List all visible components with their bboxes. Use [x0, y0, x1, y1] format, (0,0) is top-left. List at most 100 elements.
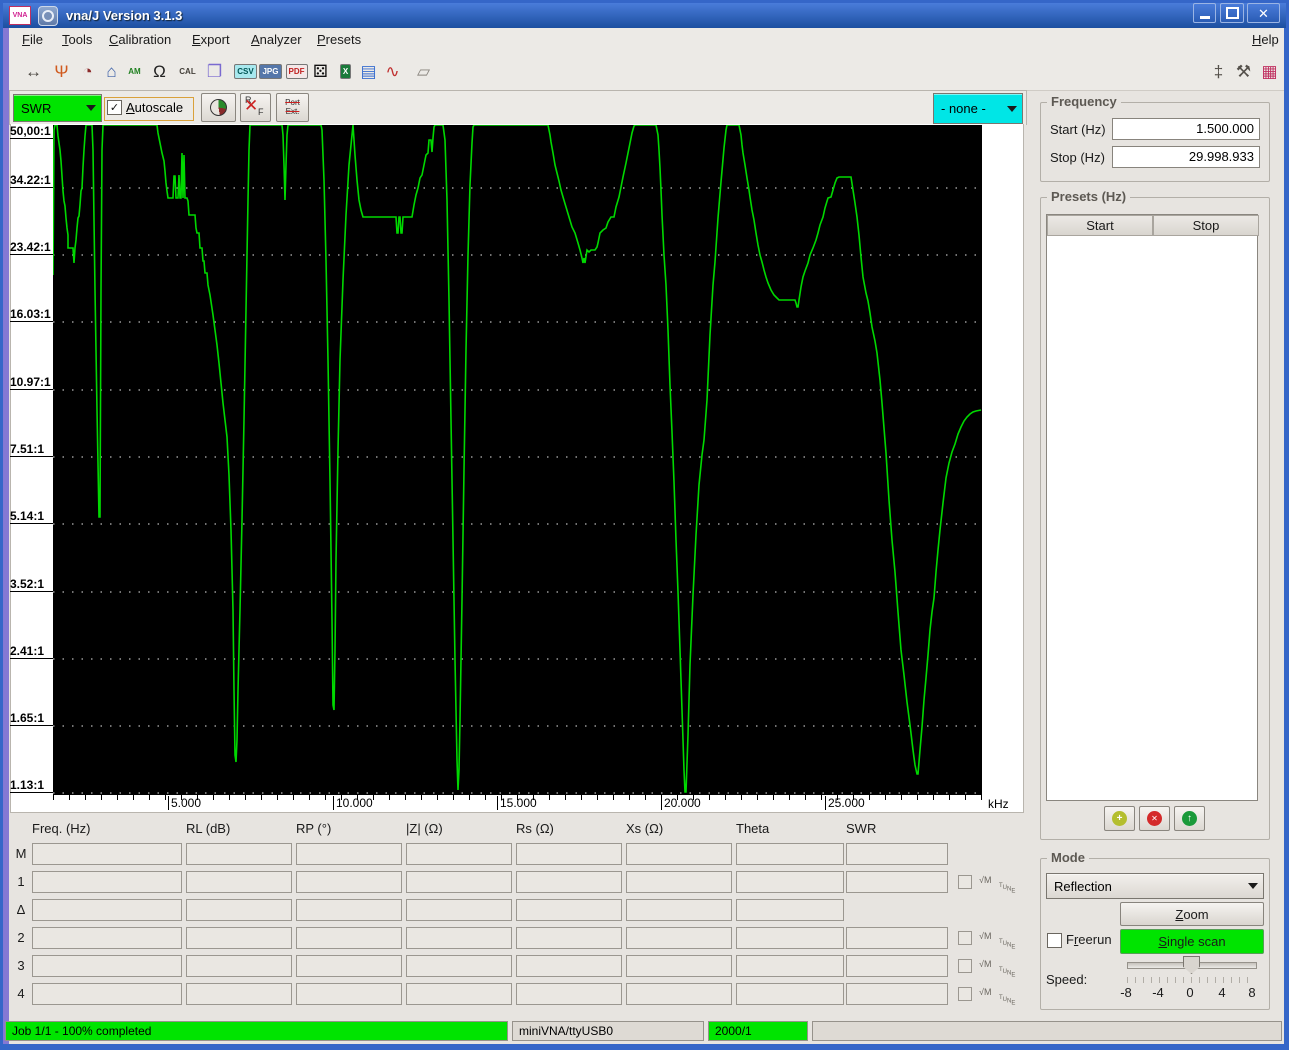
marker-field[interactable]	[626, 899, 732, 921]
autoscale-checkbox[interactable]: ✓	[107, 100, 122, 115]
marker-field[interactable]	[186, 899, 292, 921]
marker-field[interactable]	[32, 843, 182, 865]
sqrt-m-icon[interactable]: √M	[979, 959, 991, 969]
tune-icon[interactable]: TUNE	[999, 874, 1015, 894]
dice-icon[interactable]: ⚄	[308, 59, 333, 84]
marker-field[interactable]	[626, 871, 732, 893]
clock-icon[interactable]: ◔	[75, 59, 100, 84]
marker-field[interactable]	[406, 927, 512, 949]
marker-field[interactable]	[296, 843, 402, 865]
cal-icon[interactable]: CAL	[175, 59, 200, 84]
mode-select[interactable]: Reflection	[1046, 873, 1264, 899]
marker-field[interactable]	[32, 871, 182, 893]
marker-enable-checkbox[interactable]	[958, 959, 972, 973]
freerun-label[interactable]: Freerun	[1066, 932, 1112, 947]
marker-field[interactable]	[626, 927, 732, 949]
menu-calibration[interactable]: Calibration	[109, 32, 171, 47]
menu-file[interactable]: File	[22, 32, 43, 47]
marker-field[interactable]	[736, 955, 844, 977]
marker-field[interactable]	[846, 871, 948, 893]
marker-field[interactable]	[516, 843, 622, 865]
csv-export-icon[interactable]: CSV	[233, 59, 258, 84]
marker-field[interactable]	[736, 899, 844, 921]
marker-field[interactable]	[186, 983, 292, 1005]
eraser-icon[interactable]: ▱	[411, 59, 436, 84]
menu-tools[interactable]: Tools	[62, 32, 92, 47]
sqrt-m-icon[interactable]: √M	[979, 875, 991, 885]
rf-toggle-button[interactable]: R F ✕	[240, 93, 271, 122]
sqrt-m-icon[interactable]: √M	[979, 987, 991, 997]
marker-field[interactable]	[186, 871, 292, 893]
marker-enable-checkbox[interactable]	[958, 875, 972, 889]
marker-field[interactable]	[516, 899, 622, 921]
marker-field[interactable]	[516, 983, 622, 1005]
marker-field[interactable]	[296, 927, 402, 949]
presets-col-start[interactable]: Start	[1047, 215, 1153, 236]
port-extension-button[interactable]: Port Ext.	[276, 93, 309, 122]
swr-plot[interactable]	[53, 125, 982, 795]
xls-export-icon[interactable]: X	[333, 59, 358, 84]
marker-select[interactable]: - none -	[933, 93, 1023, 124]
maximize-button[interactable]	[1220, 3, 1244, 23]
marker-field[interactable]	[406, 955, 512, 977]
freerun-checkbox[interactable]	[1047, 933, 1062, 948]
marker-field[interactable]	[32, 955, 182, 977]
antenna-icon[interactable]: Ψ	[49, 59, 74, 84]
marker-field[interactable]	[406, 843, 512, 865]
minimize-button[interactable]	[1193, 3, 1216, 23]
sqrt-m-icon[interactable]: √M	[979, 931, 991, 941]
marker-field[interactable]	[186, 843, 292, 865]
marker-enable-checkbox[interactable]	[958, 931, 972, 945]
close-button[interactable]: ✕	[1247, 3, 1280, 23]
marker-field[interactable]	[296, 955, 402, 977]
menu-export[interactable]: Export	[192, 32, 230, 47]
tune-icon[interactable]: TUNE	[999, 930, 1015, 950]
report-document-icon[interactable]: ▤	[356, 59, 381, 84]
marker-field[interactable]	[406, 871, 512, 893]
marker-field[interactable]	[406, 983, 512, 1005]
jpg-export-icon[interactable]: JPG	[258, 59, 283, 84]
magnet-icon[interactable]: Ω	[147, 59, 172, 84]
preset-add-button[interactable]: +	[1104, 806, 1135, 831]
marker-field[interactable]	[296, 871, 402, 893]
generator-building-icon[interactable]: ⌂	[99, 59, 124, 84]
presets-table[interactable]: Start Stop	[1046, 214, 1259, 801]
preset-delete-button[interactable]: ✕	[1139, 806, 1170, 831]
presets-col-stop[interactable]: Stop	[1153, 215, 1259, 236]
marker-field[interactable]	[32, 983, 182, 1005]
marker-field[interactable]	[736, 871, 844, 893]
marker-field[interactable]	[296, 983, 402, 1005]
marker-field[interactable]	[296, 899, 402, 921]
tune-icon[interactable]: TUNE	[999, 986, 1015, 1006]
marker-enable-checkbox[interactable]	[958, 987, 972, 1001]
marker-field[interactable]	[186, 955, 292, 977]
temperature-icon[interactable]: ‡	[1206, 59, 1231, 84]
marker-field[interactable]	[32, 927, 182, 949]
marker-field[interactable]	[516, 871, 622, 893]
preset-up-button[interactable]: ↑	[1174, 806, 1205, 831]
smith-chart-button[interactable]	[201, 93, 236, 122]
open-folder-icon[interactable]: ❐	[202, 59, 227, 84]
color-palette-icon[interactable]: ▦	[1257, 59, 1282, 84]
marker-field[interactable]	[626, 843, 732, 865]
marker-field[interactable]	[516, 927, 622, 949]
trace-select[interactable]: SWR	[13, 94, 102, 122]
autoscale-label[interactable]: Autoscale	[126, 100, 183, 115]
tune-icon[interactable]: TUNE	[999, 958, 1015, 978]
marker-field[interactable]	[32, 899, 182, 921]
marker-field[interactable]	[846, 955, 948, 977]
pdf-export-icon[interactable]: PDF	[284, 59, 309, 84]
menu-analyzer[interactable]: Analyzer	[251, 32, 302, 47]
marker-field[interactable]	[736, 927, 844, 949]
am-tr-letters-icon[interactable]: AM	[122, 59, 147, 84]
marker-field[interactable]	[846, 843, 948, 865]
marker-field[interactable]	[736, 843, 844, 865]
marker-field[interactable]	[846, 927, 948, 949]
zoom-button[interactable]: Zoom	[1120, 902, 1264, 926]
marker-field[interactable]	[846, 983, 948, 1005]
menu-presets[interactable]: Presets	[317, 32, 361, 47]
start-freq-field[interactable]: 1.500.000	[1112, 118, 1260, 140]
marker-field[interactable]	[406, 899, 512, 921]
marker-field[interactable]	[186, 927, 292, 949]
settings-tools-icon[interactable]: ⚒	[1231, 59, 1256, 84]
